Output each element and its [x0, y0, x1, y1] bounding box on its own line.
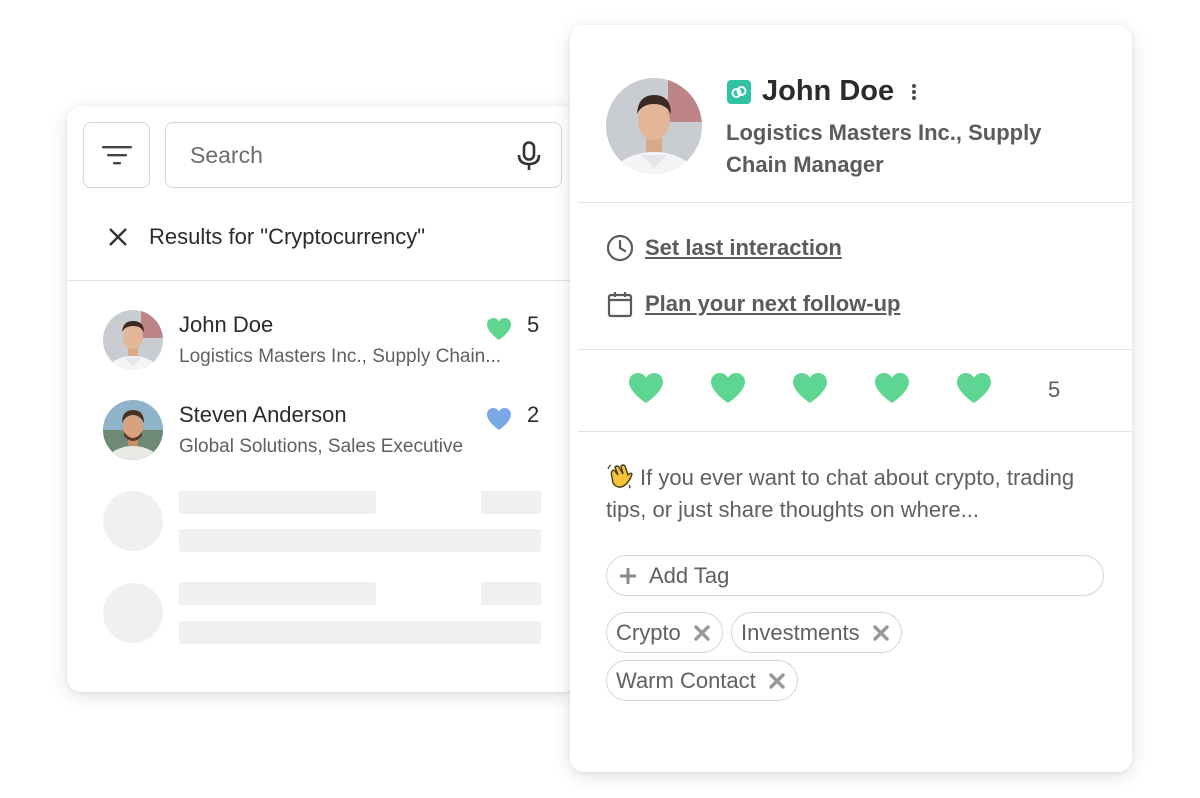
add-tag-input[interactable]: Add Tag: [606, 555, 1104, 596]
contact-list-item[interactable]: Steven Anderson Global Solutions, Sales …: [103, 400, 543, 466]
divider: [67, 280, 577, 281]
tag-chip[interactable]: Crypto: [606, 612, 723, 653]
remove-tag-icon[interactable]: [872, 624, 889, 641]
rating-heart-icon[interactable]: [874, 372, 910, 404]
avatar: [103, 310, 163, 370]
avatar: [606, 78, 702, 174]
tag-label: Crypto: [616, 619, 681, 645]
brand-logo-icon: [727, 80, 751, 104]
skeleton-line: [179, 621, 541, 644]
contact-profile-panel: John Doe Logistics Masters Inc., Supply …: [570, 25, 1132, 772]
search-results-panel: Results for "Cryptocurrency" John Doe Lo…: [67, 106, 577, 692]
add-tag-label: Add Tag: [649, 562, 730, 588]
remove-tag-icon[interactable]: [769, 672, 785, 689]
heart-icon: [487, 408, 511, 430]
tag-label: Investments: [741, 619, 860, 645]
contact-name: John Doe: [179, 312, 274, 337]
skeleton-avatar: [103, 583, 163, 643]
filter-lines-icon: [101, 146, 132, 165]
rating-heart-icon[interactable]: [710, 372, 746, 404]
rating-heart-icon[interactable]: [628, 372, 664, 404]
search-input[interactable]: [166, 123, 496, 187]
results-header: Results for "Cryptocurrency": [107, 220, 425, 254]
contact-subtitle: Global Solutions, Sales Executive: [179, 436, 464, 457]
contact-note: If you ever want to chat about crypto, t…: [606, 462, 1106, 526]
heart-icon: [487, 318, 511, 340]
clock-icon: [606, 234, 634, 262]
close-icon[interactable]: [107, 226, 129, 248]
divider: [578, 349, 1132, 350]
more-options-icon[interactable]: [904, 81, 924, 103]
avatar: [103, 400, 163, 460]
skeleton-avatar: [103, 491, 163, 551]
contact-score: 5: [527, 312, 540, 337]
remove-tag-icon[interactable]: [694, 624, 710, 641]
contact-name: Steven Anderson: [179, 402, 347, 427]
set-last-interaction-row[interactable]: Set last interaction: [606, 234, 842, 262]
profile-name: John Doe: [762, 75, 895, 107]
plus-icon: [620, 567, 636, 584]
plan-follow-up-link[interactable]: Plan your next follow-up: [645, 291, 900, 317]
results-label: Results for "Cryptocurrency": [149, 224, 426, 249]
tag-chip[interactable]: Investments: [731, 612, 902, 653]
search-box: [165, 122, 562, 188]
rating-value: 5: [1048, 377, 1061, 402]
rating-heart-icon[interactable]: [956, 372, 992, 404]
set-last-interaction-link[interactable]: Set last interaction: [645, 235, 842, 261]
waving-hand-icon: [607, 464, 633, 489]
note-text: If you ever want to chat about crypto, t…: [606, 465, 1075, 522]
divider: [578, 431, 1132, 432]
calendar-icon: [607, 292, 633, 318]
skeleton-line: [481, 582, 541, 605]
filter-button[interactable]: [83, 122, 150, 188]
contact-subtitle: Logistics Masters Inc., Supply Chain...: [179, 346, 502, 367]
tag-chip[interactable]: Warm Contact: [606, 660, 798, 701]
skeleton-line: [481, 491, 541, 514]
divider: [578, 202, 1132, 203]
contact-list-item[interactable]: John Doe Logistics Masters Inc., Supply …: [103, 310, 543, 376]
skeleton-line: [179, 529, 541, 552]
microphone-icon[interactable]: [515, 141, 543, 171]
profile-title: Logistics Masters Inc., Supply Chain Man…: [726, 120, 1042, 177]
skeleton-line: [179, 582, 376, 605]
rating-heart-icon[interactable]: [792, 372, 828, 404]
skeleton-line: [179, 491, 376, 514]
plan-follow-up-row[interactable]: Plan your next follow-up: [606, 290, 900, 318]
contact-score: 2: [527, 402, 540, 427]
tag-label: Warm Contact: [616, 667, 756, 693]
